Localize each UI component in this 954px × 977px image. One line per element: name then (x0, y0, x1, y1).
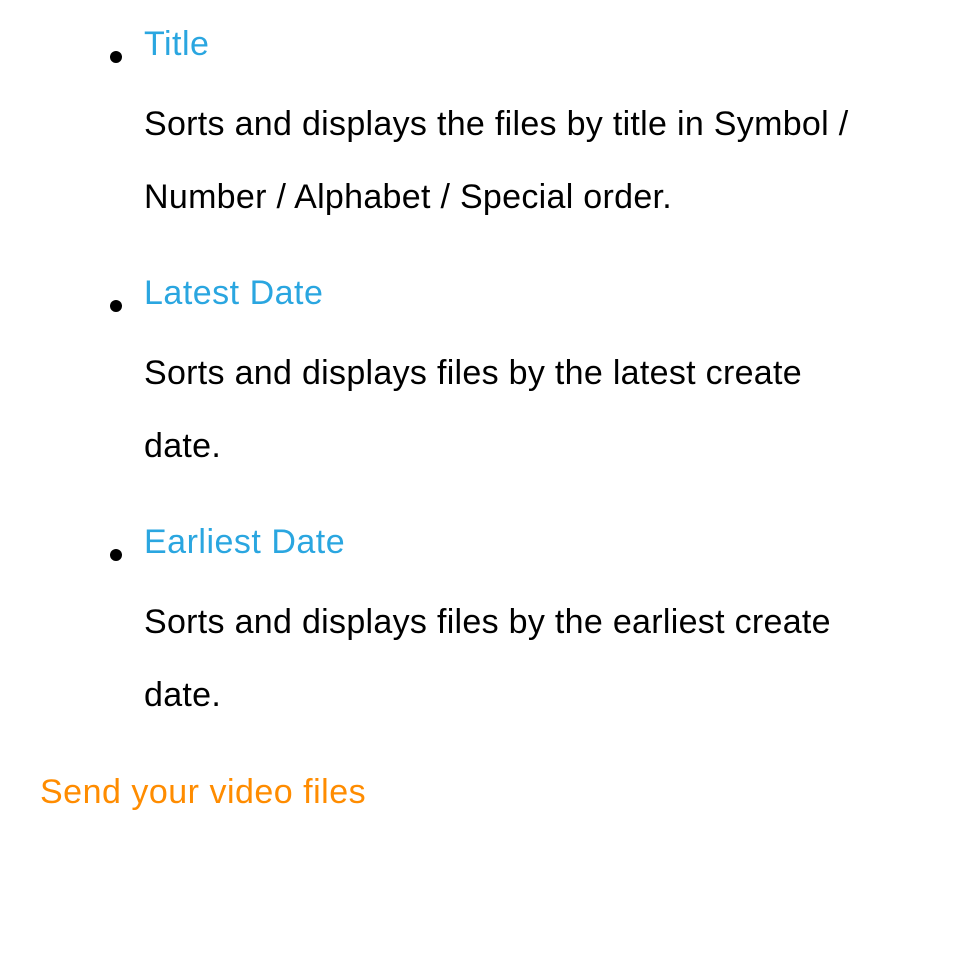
sort-option-title: Latest Date (144, 274, 323, 313)
section-heading[interactable]: Send your video files (40, 773, 954, 812)
list-item: Title Sorts and displays the files by ti… (110, 25, 954, 234)
sort-option-title: Earliest Date (144, 523, 345, 562)
document-content: Title Sorts and displays the files by ti… (0, 0, 954, 812)
bullet-icon (110, 549, 122, 561)
sort-option-description: Sorts and displays the files by title in… (110, 88, 870, 234)
sort-options-list: Title Sorts and displays the files by ti… (40, 25, 954, 733)
sort-option-description: Sorts and displays files by the earliest… (110, 586, 870, 732)
bullet-row: Latest Date (110, 274, 954, 313)
bullet-row: Title (110, 25, 954, 64)
bullet-icon (110, 51, 122, 63)
bullet-icon (110, 300, 122, 312)
sort-option-title: Title (144, 25, 209, 64)
sort-option-description: Sorts and displays files by the latest c… (110, 337, 870, 483)
list-item: Earliest Date Sorts and displays files b… (110, 523, 954, 732)
bullet-row: Earliest Date (110, 523, 954, 562)
list-item: Latest Date Sorts and displays files by … (110, 274, 954, 483)
